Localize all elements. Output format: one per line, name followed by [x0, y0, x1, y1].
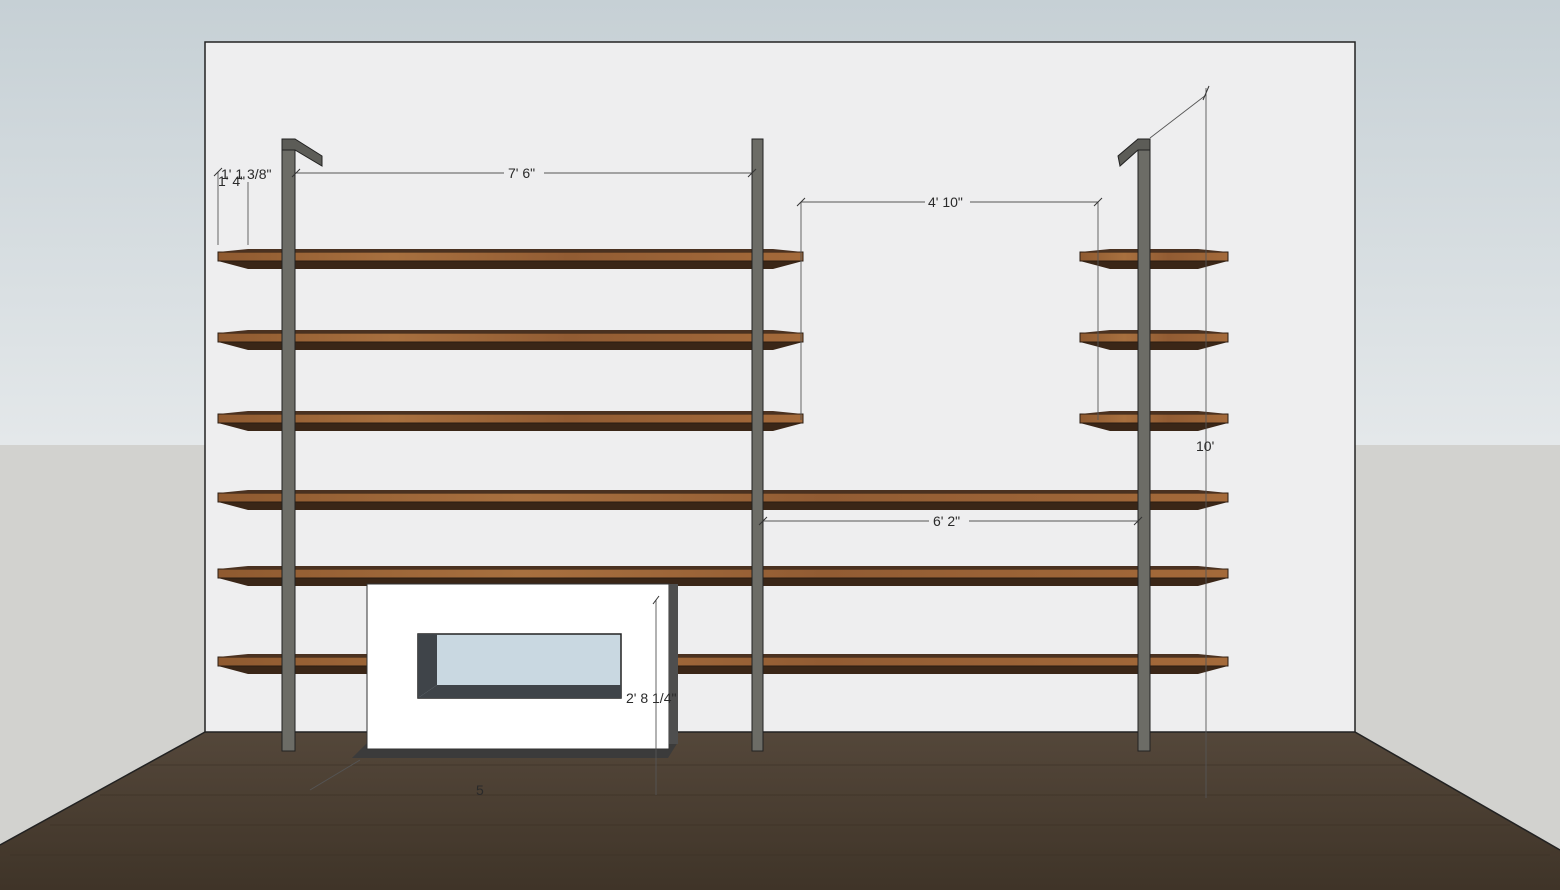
shelf-full-1 [217, 490, 1229, 510]
shelf-upper-left-1-front [217, 251, 804, 262]
shelf-upper-left-3-underside [218, 423, 803, 431]
post-left [281, 138, 296, 752]
floor [0, 732, 1560, 890]
dim-label-shelf-span-right: 6' 2" [933, 513, 960, 529]
shelf-upper-left-1 [217, 249, 804, 269]
shelf-full-2 [217, 566, 1229, 586]
shelf-upper-left-2-underside [218, 342, 803, 350]
dim-label-top-offset-b: 1' 4" [218, 173, 245, 189]
dim-label-wall-height: 10' [1196, 438, 1214, 454]
fireplace-opening-bottom [418, 685, 621, 698]
shelf-upper-left-3-front [217, 413, 804, 424]
dim-label-shelf-span-left: 7' 6" [508, 165, 535, 181]
dim-label-fireplace-height: 2' 8 1/4" [626, 690, 676, 706]
post-right [1137, 138, 1151, 752]
shelf-upper-left-2-front [217, 332, 804, 343]
shelf-full-2-top [218, 566, 1228, 569]
shelf-full-1-top [218, 490, 1228, 493]
shelf-full-1-underside [218, 502, 1228, 510]
shelf-upper-left-2 [217, 330, 804, 350]
dim-label-gap-upper: 4' 10" [928, 194, 963, 210]
dim-label-fireplace-depth: 5 [476, 782, 484, 798]
shelf-upper-left-1-top [218, 249, 803, 252]
shelf-upper-left-2-top [218, 330, 803, 333]
fireplace [352, 583, 678, 758]
fireplace-side [669, 584, 678, 744]
shelf-upper-left-3-top [218, 411, 803, 414]
shelf-upper-left-1-underside [218, 261, 803, 269]
shelf-full-2-front [217, 568, 1229, 579]
shelf-upper-left-3 [217, 411, 804, 431]
post-middle [751, 138, 764, 752]
shelf-full-1-front [217, 492, 1229, 503]
shelving-diagram: 7' 6" 4' 10" 6' 2" 1' 1 3/8" 1' 4" 10' 2… [0, 0, 1560, 890]
